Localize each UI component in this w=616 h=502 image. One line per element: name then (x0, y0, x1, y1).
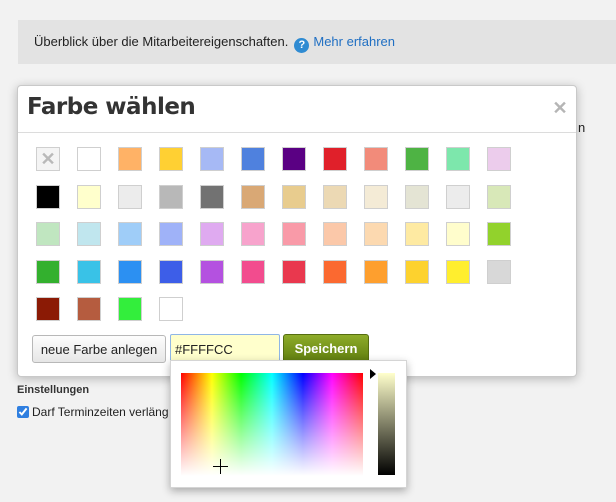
color-swatch[interactable] (487, 147, 511, 171)
extend-appointment-times-setting[interactable]: Darf Terminzeiten verläng (17, 405, 169, 419)
color-swatch[interactable] (77, 297, 101, 321)
color-swatch[interactable] (159, 147, 183, 171)
color-swatch[interactable] (159, 184, 183, 209)
dialog-divider (18, 132, 576, 133)
color-swatch[interactable] (282, 184, 306, 209)
choose-color-dialog: Farbe wählen ✕ ✕ neue Farbe anlegen Spei… (17, 85, 577, 377)
color-swatch[interactable] (364, 147, 388, 171)
color-swatch[interactable] (487, 222, 511, 246)
color-swatch[interactable] (77, 222, 101, 246)
brightness-slider[interactable] (378, 373, 395, 475)
color-swatch[interactable] (487, 259, 511, 284)
color-swatch[interactable] (36, 259, 60, 284)
no-color-swatch[interactable]: ✕ (36, 147, 60, 171)
color-swatch[interactable] (323, 259, 347, 284)
info-text: Überblick über die Mitarbeitereigenschaf… (34, 34, 289, 49)
color-swatch[interactable] (446, 222, 470, 246)
color-swatch[interactable] (282, 147, 306, 171)
color-swatch[interactable] (118, 259, 142, 284)
color-swatch[interactable] (241, 259, 265, 284)
color-swatch[interactable] (118, 184, 142, 209)
color-swatch[interactable] (405, 259, 429, 284)
color-swatch[interactable] (36, 184, 60, 209)
color-swatch[interactable] (364, 259, 388, 284)
color-swatch[interactable] (200, 259, 224, 284)
color-swatch[interactable] (200, 222, 224, 246)
color-swatch[interactable] (446, 184, 470, 209)
color-swatch[interactable] (77, 184, 101, 209)
color-swatch[interactable] (200, 184, 224, 209)
color-swatch[interactable] (282, 259, 306, 284)
info-bar: Überblick über die Mitarbeitereigenschaf… (18, 20, 616, 64)
new-color-button[interactable]: neue Farbe anlegen (32, 335, 166, 363)
color-swatch[interactable] (159, 259, 183, 284)
color-swatch[interactable] (323, 222, 347, 246)
color-swatch[interactable] (446, 147, 470, 171)
color-swatch[interactable] (364, 222, 388, 246)
learn-more-link[interactable]: Mehr erfahren (313, 34, 395, 49)
truncated-background-text: n (578, 120, 586, 135)
hue-saturation-field[interactable] (181, 373, 363, 476)
color-swatch[interactable] (282, 222, 306, 246)
color-swatch[interactable] (159, 222, 183, 246)
color-swatch[interactable] (159, 297, 183, 321)
color-swatch[interactable] (323, 147, 347, 171)
color-swatch[interactable] (446, 259, 470, 284)
color-swatch[interactable] (36, 222, 60, 246)
help-icon[interactable]: ? (294, 38, 310, 53)
color-swatch[interactable] (36, 297, 60, 321)
extend-appointment-times-checkbox[interactable] (17, 406, 29, 418)
color-swatch[interactable] (405, 222, 429, 246)
color-swatch[interactable] (118, 147, 142, 171)
color-swatch[interactable] (487, 184, 511, 209)
picker-crosshair-vertical (220, 459, 221, 474)
color-swatch[interactable] (241, 147, 265, 171)
color-swatch[interactable] (77, 147, 101, 171)
color-swatch[interactable] (118, 297, 142, 321)
color-swatch[interactable] (323, 184, 347, 209)
settings-section-title: Einstellungen (17, 384, 90, 396)
brightness-slider-arrow-icon[interactable] (370, 369, 376, 379)
color-swatch[interactable] (405, 147, 429, 171)
color-swatch[interactable] (405, 184, 429, 209)
color-swatch[interactable] (200, 147, 224, 171)
color-swatch[interactable] (77, 259, 101, 284)
extend-appointment-times-label: Darf Terminzeiten verläng (32, 405, 169, 419)
save-button[interactable]: Speichern (283, 334, 369, 363)
color-swatch[interactable] (241, 222, 265, 246)
color-picker-popup (170, 360, 407, 488)
color-swatch[interactable] (118, 222, 142, 246)
color-swatch[interactable] (241, 184, 265, 209)
dialog-title: Farbe wählen (27, 94, 196, 120)
color-swatch[interactable] (364, 184, 388, 209)
close-icon[interactable]: ✕ (552, 99, 568, 117)
